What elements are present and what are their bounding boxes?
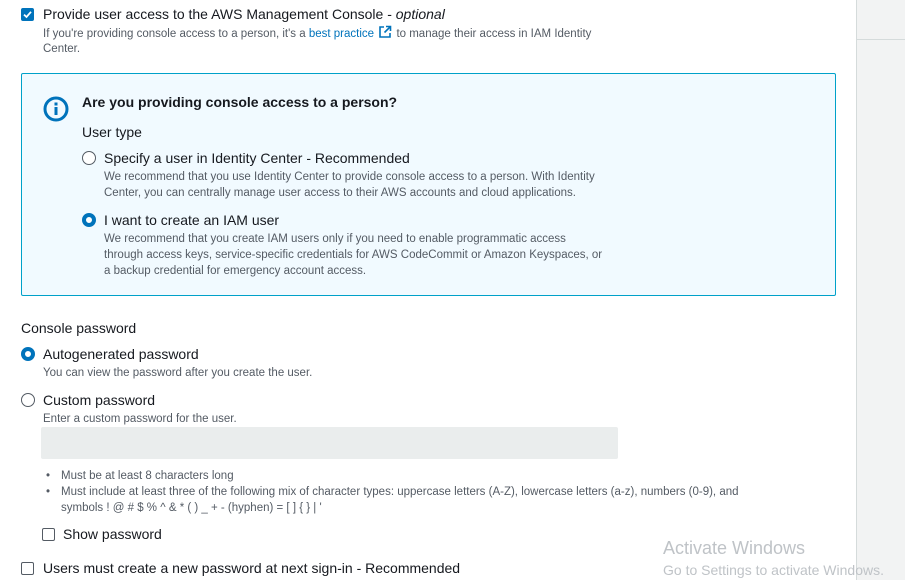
autogenerated-password-desc: You can view the password after you crea… — [43, 367, 313, 379]
best-practice-link[interactable]: best practice — [309, 28, 374, 40]
custom-password-input[interactable] — [41, 427, 618, 459]
iam-user-option-label[interactable]: I want to create an IAM user — [104, 212, 279, 228]
console-access-checkbox[interactable] — [21, 8, 34, 21]
password-requirement: Must include at least three of the follo… — [46, 484, 739, 500]
identity-center-desc-line1: We recommend that you use Identity Cente… — [104, 171, 595, 183]
checkmark-icon — [23, 11, 32, 19]
identity-center-option-label[interactable]: Specify a user in Identity Center - Reco… — [104, 150, 410, 166]
radio-autogenerated-password[interactable] — [21, 347, 35, 361]
console-access-desc-prefix: If you're providing console access to a … — [43, 28, 309, 40]
activate-windows-subtitle: Go to Settings to activate Windows. — [663, 562, 884, 578]
identity-center-desc-line2: Center, you can centrally manage user ac… — [104, 187, 576, 199]
console-access-label[interactable]: Provide user access to the AWS Managemen… — [43, 6, 445, 22]
optional-tag: optional — [395, 6, 445, 22]
console-password-heading: Console password — [21, 320, 137, 336]
iam-user-desc-line2: through access keys, service-specific cr… — [104, 249, 603, 261]
password-requirement: Must be at least 8 characters long — [46, 468, 739, 484]
user-type-label: User type — [82, 124, 142, 140]
show-password-checkbox[interactable] — [42, 528, 55, 541]
custom-password-desc: Enter a custom password for the user. — [43, 413, 237, 425]
custom-password-label[interactable]: Custom password — [43, 392, 155, 408]
console-access-desc-suffix: to manage their access in IAM Identity — [393, 28, 592, 40]
iam-user-desc-line3: a backup credential for emergency accoun… — [104, 265, 367, 277]
radio-iam-user[interactable] — [82, 213, 96, 227]
reset-password-checkbox[interactable] — [21, 562, 34, 575]
activate-windows-title: Activate Windows — [663, 538, 806, 558]
console-access-label-text: Provide user access to the AWS Managemen… — [43, 6, 396, 22]
external-link-icon[interactable] — [378, 25, 392, 39]
console-access-info-box: Are you providing console access to a pe… — [21, 73, 836, 296]
console-access-desc-line2: Center. — [43, 43, 81, 55]
radio-custom-password[interactable] — [21, 393, 35, 407]
password-requirement-continued: symbols ! @ # $ % ^ & * ( ) _ + - (hyphe… — [61, 502, 322, 514]
info-icon — [43, 96, 69, 122]
info-box-title: Are you providing console access to a pe… — [82, 94, 398, 110]
autogenerated-password-label[interactable]: Autogenerated password — [43, 346, 199, 362]
reset-password-label[interactable]: Users must create a new password at next… — [43, 560, 460, 576]
radio-identity-center[interactable] — [82, 151, 96, 165]
password-requirements-list: Must be at least 8 characters long Must … — [46, 468, 739, 516]
side-panel — [857, 0, 905, 580]
iam-user-desc-line1: We recommend that you create IAM users o… — [104, 233, 566, 245]
console-access-description: If you're providing console access to a … — [43, 25, 591, 42]
show-password-label[interactable]: Show password — [63, 526, 162, 542]
